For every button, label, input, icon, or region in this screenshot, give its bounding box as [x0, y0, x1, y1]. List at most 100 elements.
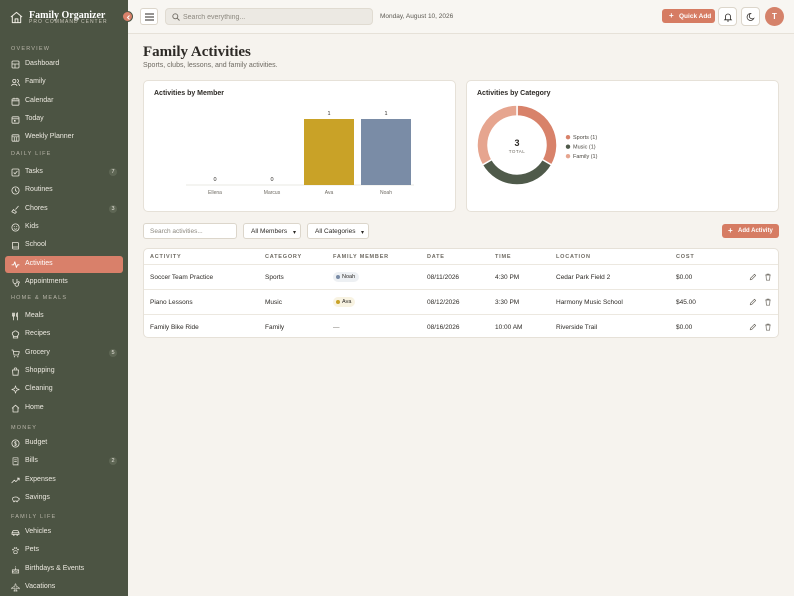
sidebar-item-activities[interactable]: Activities	[5, 255, 123, 273]
count-badge: 3	[109, 204, 117, 213]
sidebar-item-label: Shopping	[25, 366, 55, 374]
search-icon	[172, 13, 180, 21]
edit-icon[interactable]	[749, 273, 757, 281]
category-filter-value: All Categories	[315, 228, 356, 235]
plus-icon: +	[669, 11, 674, 20]
paw-icon	[12, 547, 19, 555]
table-row[interactable]: Piano Lessons Music Ava 08/12/2026 3:30 PM Ha…	[144, 289, 778, 314]
table-row[interactable]: Family Bike Ride Family — 08/16/2026 10:00 A…	[144, 314, 778, 337]
activity-date: 08/11/2026	[427, 274, 460, 281]
sidebar-item-label: Appointments	[25, 277, 68, 285]
theme-toggle-button[interactable]	[741, 7, 760, 26]
sidebar-item-label: Savings	[25, 493, 50, 501]
sidebar-item-budget[interactable]: Budget	[5, 435, 123, 452]
activities-by-member-chart: 0 Ellena 0 Marcus 1 Ava 1 Noah	[186, 111, 414, 196]
activities-by-category-chart: Sports (1) Music (1) Family (1) 3TOTAL	[476, 104, 598, 186]
legend-swatch	[565, 135, 571, 140]
trash-icon[interactable]	[764, 323, 772, 331]
sidebar-item-routines[interactable]: Routines	[5, 182, 123, 199]
trash-icon[interactable]	[764, 298, 772, 306]
member-filter-select[interactable]: All Members ▾	[243, 223, 301, 239]
sidebar-item-bills[interactable]: Bills 2	[5, 453, 123, 470]
sidebar-item-family[interactable]: Family	[5, 74, 123, 91]
sidebar-item-meals[interactable]: Meals	[5, 308, 123, 325]
activity-time: 10:00 AM	[495, 324, 523, 331]
activity-location: Cedar Park Field 2	[556, 274, 611, 281]
sidebar-item-label: Recipes	[25, 330, 51, 338]
category-filter-select[interactable]: All Categories ▾	[307, 223, 369, 239]
activity-location: Riverside Trail	[556, 324, 598, 331]
collapse-sidebar-button[interactable]	[122, 11, 133, 22]
table-row[interactable]: Soccer Team Practice Sports Noah 08/11/2026…	[144, 264, 778, 289]
edit-icon[interactable]	[749, 298, 757, 306]
legend-entry: Music (1)	[573, 145, 596, 151]
sidebar-section-title: FAMILY LIFE	[11, 514, 57, 520]
trash-icon[interactable]	[764, 273, 772, 281]
activity-name: Piano Lessons	[150, 299, 193, 306]
bar-value-label: 1	[384, 111, 387, 117]
sidebar-section-title: DAILY LIFE	[11, 151, 52, 157]
sidebar-item-chores[interactable]: Chores 3	[5, 201, 123, 218]
hamburger-icon	[145, 13, 154, 21]
sidebar-item-kids[interactable]: Kids	[5, 219, 123, 236]
activity-location: Harmony Music School	[556, 299, 623, 306]
clock-icon	[11, 186, 20, 195]
member-pill: Ava	[333, 297, 356, 307]
receipt-icon	[12, 457, 19, 466]
sidebar-item-recipes[interactable]: Recipes	[5, 326, 123, 343]
plus-icon: +	[728, 226, 733, 235]
sidebar-item-calendar[interactable]: Calendar	[5, 93, 123, 110]
sidebar-item-weekly-planner[interactable]: Weekly Planner	[5, 129, 123, 146]
sidebar-item-school[interactable]: School	[5, 237, 123, 254]
sidebar-item-vacations[interactable]: Vacations	[5, 579, 123, 596]
plane-icon	[11, 583, 20, 592]
sidebar-item-shopping[interactable]: Shopping	[5, 363, 123, 380]
bar-value-label: 0	[270, 177, 273, 183]
moon-icon	[746, 13, 755, 21]
smile-icon	[11, 223, 20, 232]
brand[interactable]: Family Organizer PRO COMMAND CENTER	[0, 0, 128, 36]
sidebar-item-tasks[interactable]: Tasks 7	[5, 164, 123, 181]
x-tick-label: Ellena	[208, 190, 222, 196]
planner-icon	[11, 134, 20, 142]
activity-search-input[interactable]	[150, 226, 234, 237]
menu-button[interactable]	[140, 8, 158, 25]
sidebar-item-appointments[interactable]: Appointments	[5, 274, 123, 291]
sidebar-item-home[interactable]: Home	[5, 400, 123, 417]
sidebar-item-today[interactable]: Today	[5, 111, 123, 128]
activity-search[interactable]	[143, 223, 237, 239]
sidebar-item-cleaning[interactable]: Cleaning	[5, 381, 123, 398]
sidebar-item-birthdays-events[interactable]: Birthdays & Events	[5, 561, 123, 578]
home-logo-icon	[10, 11, 23, 24]
activity-date: 08/12/2026	[427, 299, 460, 306]
add-activity-button[interactable]: + Add Activity	[722, 224, 779, 238]
activity-date: 08/16/2026	[427, 324, 460, 331]
column-header: TIME	[495, 254, 512, 260]
member-color-dot	[336, 300, 340, 304]
sparkle-icon	[11, 385, 20, 394]
sidebar-item-vehicles[interactable]: Vehicles	[5, 524, 123, 541]
activity-name: Family Bike Ride	[150, 324, 199, 331]
sidebar-item-grocery[interactable]: Grocery 5	[5, 345, 123, 362]
sidebar-item-dashboard[interactable]: Dashboard	[5, 56, 123, 73]
current-date: Monday, August 10, 2026	[380, 13, 454, 20]
sidebar-item-label: Cleaning	[25, 385, 53, 393]
global-search[interactable]	[165, 8, 373, 25]
sidebar-item-savings[interactable]: Savings	[5, 490, 123, 507]
notifications-button[interactable]	[718, 7, 737, 26]
shopping-bag-icon	[12, 367, 19, 376]
activities-by-category-card: Activities by Category Sports (1) Music (…	[466, 80, 779, 212]
bar-noah	[361, 119, 411, 185]
top-header: Monday, August 10, 2026 + Quick Add T	[128, 0, 794, 34]
sidebar-item-label: Meals	[25, 312, 44, 319]
users-icon	[11, 79, 20, 87]
sidebar-item-pets[interactable]: Pets	[5, 542, 123, 559]
quick-add-button[interactable]: + Quick Add	[662, 9, 715, 23]
sidebar-item-expenses[interactable]: Expenses	[5, 472, 123, 489]
member-color-dot	[336, 275, 340, 279]
sidebar-item-label: Vacations	[25, 582, 56, 590]
global-search-input[interactable]	[183, 11, 368, 23]
edit-icon[interactable]	[749, 323, 757, 331]
user-avatar[interactable]: T	[765, 7, 784, 26]
sidebar-item-label: Birthdays & Events	[25, 564, 85, 572]
